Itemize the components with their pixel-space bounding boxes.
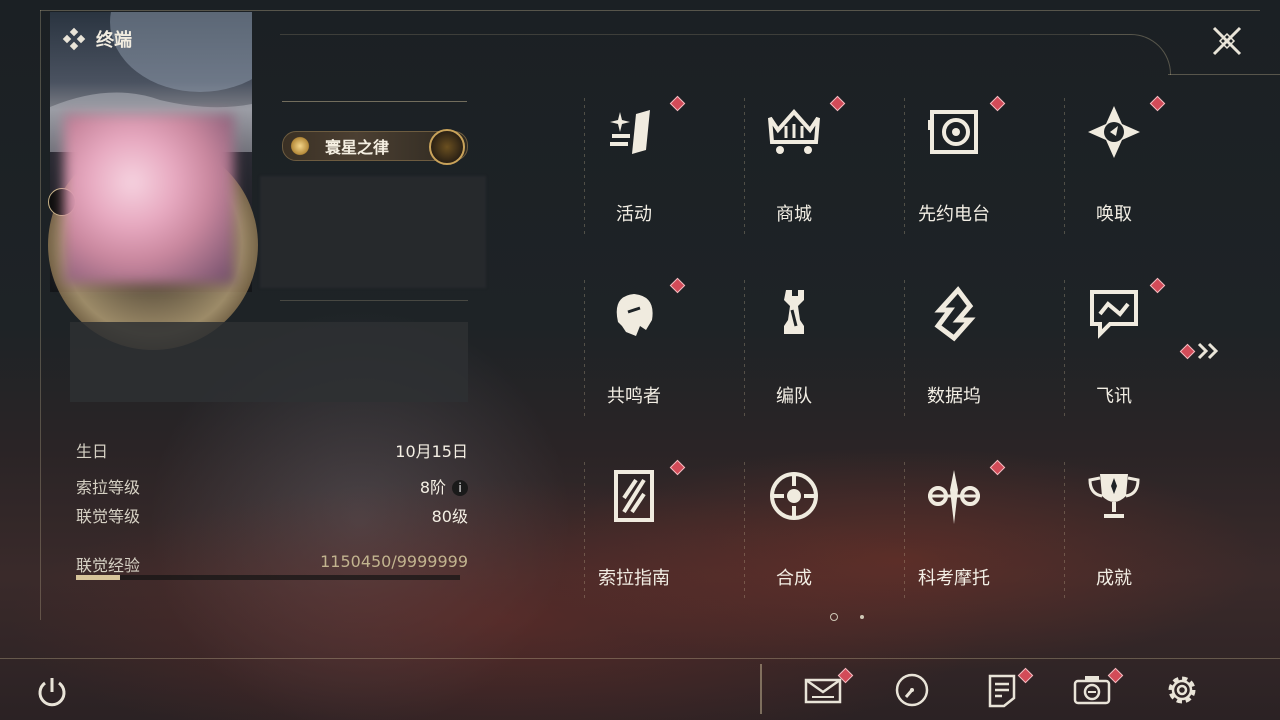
menu-item-label: 索拉指南 <box>598 568 670 589</box>
shop-crown-cart-icon <box>768 108 820 154</box>
menu-item-shop-crown-cart[interactable]: 商城 <box>744 90 854 240</box>
clock-icon <box>895 673 929 707</box>
menu-item-chess-team[interactable]: 编队 <box>744 272 854 422</box>
profile-divider <box>280 300 468 301</box>
alert-dot <box>669 459 686 476</box>
name-divider <box>282 101 467 102</box>
next-page-button[interactable] <box>1179 340 1224 362</box>
info-value: 80级 <box>431 507 468 526</box>
info-row-union-level: 联觉等级 80级 <box>76 503 468 527</box>
menu-item-label: 飞讯 <box>1096 386 1132 407</box>
resonator-portrait-icon <box>616 294 653 336</box>
menu-item-label: 编队 <box>776 386 812 407</box>
page-dot-active[interactable] <box>830 613 838 621</box>
settings-gear-icon <box>1168 676 1196 704</box>
frame-right-line <box>1168 74 1280 75</box>
menu-item-label: 成就 <box>1096 568 1132 589</box>
power-icon <box>38 678 66 707</box>
page-indicator <box>828 612 868 622</box>
menu-grid: 活动 商城 先约电台 唤取共鸣者 编队 数据坞 飞讯索拉指南 合成 科考摩托 成就 <box>584 90 1168 610</box>
alert-dot <box>1149 95 1166 112</box>
info-value: 8阶 <box>419 478 446 497</box>
menu-item-chat-message[interactable]: 飞讯 <box>1064 272 1174 422</box>
menu-item-data-bank[interactable]: 数据坞 <box>904 272 1014 422</box>
camera-button[interactable] <box>1072 667 1124 710</box>
chess-team-icon <box>784 290 804 334</box>
double-chevron-right-icon <box>1197 342 1219 360</box>
terminal-diamond-icon <box>62 27 86 51</box>
alert-dot <box>989 95 1006 112</box>
power-button[interactable] <box>34 674 70 710</box>
notes-icon <box>988 674 1016 708</box>
menu-item-label: 先约电台 <box>918 204 990 225</box>
title-bar: 终端 <box>62 26 132 52</box>
badge-sun-icon <box>289 135 311 157</box>
info-label: 生日 <box>76 442 109 461</box>
frame-left-line <box>40 10 41 620</box>
menu-item-label: 合成 <box>776 568 812 589</box>
frame-inner-line <box>280 34 1090 35</box>
menu-item-label: 共鸣者 <box>607 386 661 407</box>
info-label: 索拉等级 <box>76 478 141 497</box>
signature-blurred[interactable] <box>70 322 468 402</box>
menu-item-trophy[interactable]: 成就 <box>1064 454 1174 604</box>
synthesis-icon <box>770 472 818 520</box>
camera-icon <box>1073 676 1111 705</box>
data-bank-icon <box>934 286 976 342</box>
badge-label: 寰星之律 <box>325 138 390 157</box>
menu-item-motorbike[interactable]: 科考摩托 <box>904 454 1014 604</box>
menu-item-convene-compass[interactable]: 唤取 <box>1064 90 1174 240</box>
page-title: 终端 <box>96 30 132 51</box>
menu-item-activity[interactable]: 活动 <box>584 90 694 240</box>
avatar[interactable] <box>64 114 234 284</box>
menu-item-label: 唤取 <box>1096 204 1132 225</box>
exp-progress-fill <box>76 575 121 580</box>
alert-dot <box>989 459 1006 476</box>
convene-compass-icon <box>1088 106 1140 158</box>
info-label: 联觉等级 <box>76 507 141 526</box>
title-badge[interactable]: 寰星之律 <box>282 129 468 165</box>
info-value: 10月15日 <box>395 442 468 461</box>
history-button[interactable] <box>892 670 932 710</box>
radio-speaker-icon <box>928 110 978 154</box>
badge-medal-icon <box>429 129 465 165</box>
notes-button[interactable] <box>982 667 1034 710</box>
close-button[interactable] <box>1206 20 1248 62</box>
bottom-divider <box>0 658 1280 659</box>
motorbike-icon <box>928 470 980 524</box>
menu-item-resonator-portrait[interactable]: 共鸣者 <box>584 272 694 422</box>
mail-button[interactable] <box>804 667 854 710</box>
alert-dot <box>1149 277 1166 294</box>
info-label: 联觉经验 <box>76 556 141 575</box>
menu-item-label: 商城 <box>776 204 812 225</box>
toolbar-divider <box>760 664 762 714</box>
menu-item-label: 活动 <box>616 204 652 225</box>
frame-top-line <box>40 10 1260 11</box>
guide-book-icon <box>614 470 654 522</box>
menu-item-guide-book[interactable]: 索拉指南 <box>584 454 694 604</box>
alert-dot <box>669 95 686 112</box>
info-row-sola-level: 索拉等级 8阶 i <box>76 474 468 498</box>
menu-item-radio-speaker[interactable]: 先约电台 <box>904 90 1014 240</box>
activity-icon <box>610 110 650 154</box>
alert-dot <box>1179 343 1196 360</box>
info-row-union-exp: 联觉经验 1150450/9999999 <box>76 552 468 576</box>
menu-item-synthesis[interactable]: 合成 <box>744 454 854 604</box>
exp-progress-bar <box>76 575 460 580</box>
menu-item-label: 数据坞 <box>927 386 981 407</box>
alert-dot <box>829 95 846 112</box>
trophy-icon <box>1088 474 1140 518</box>
page-dot[interactable] <box>860 615 864 619</box>
info-icon[interactable]: i <box>452 480 468 496</box>
info-value: 1150450/9999999 <box>320 552 468 571</box>
player-name-blurred <box>260 176 486 288</box>
menu-item-label: 科考摩托 <box>918 568 990 589</box>
settings-button[interactable] <box>1162 670 1202 710</box>
info-row-birthday: 生日 10月15日 <box>76 438 468 462</box>
chat-message-icon <box>1090 290 1138 339</box>
alert-dot <box>669 277 686 294</box>
close-icon <box>1212 26 1242 56</box>
frame-corner-curve <box>1090 34 1171 75</box>
